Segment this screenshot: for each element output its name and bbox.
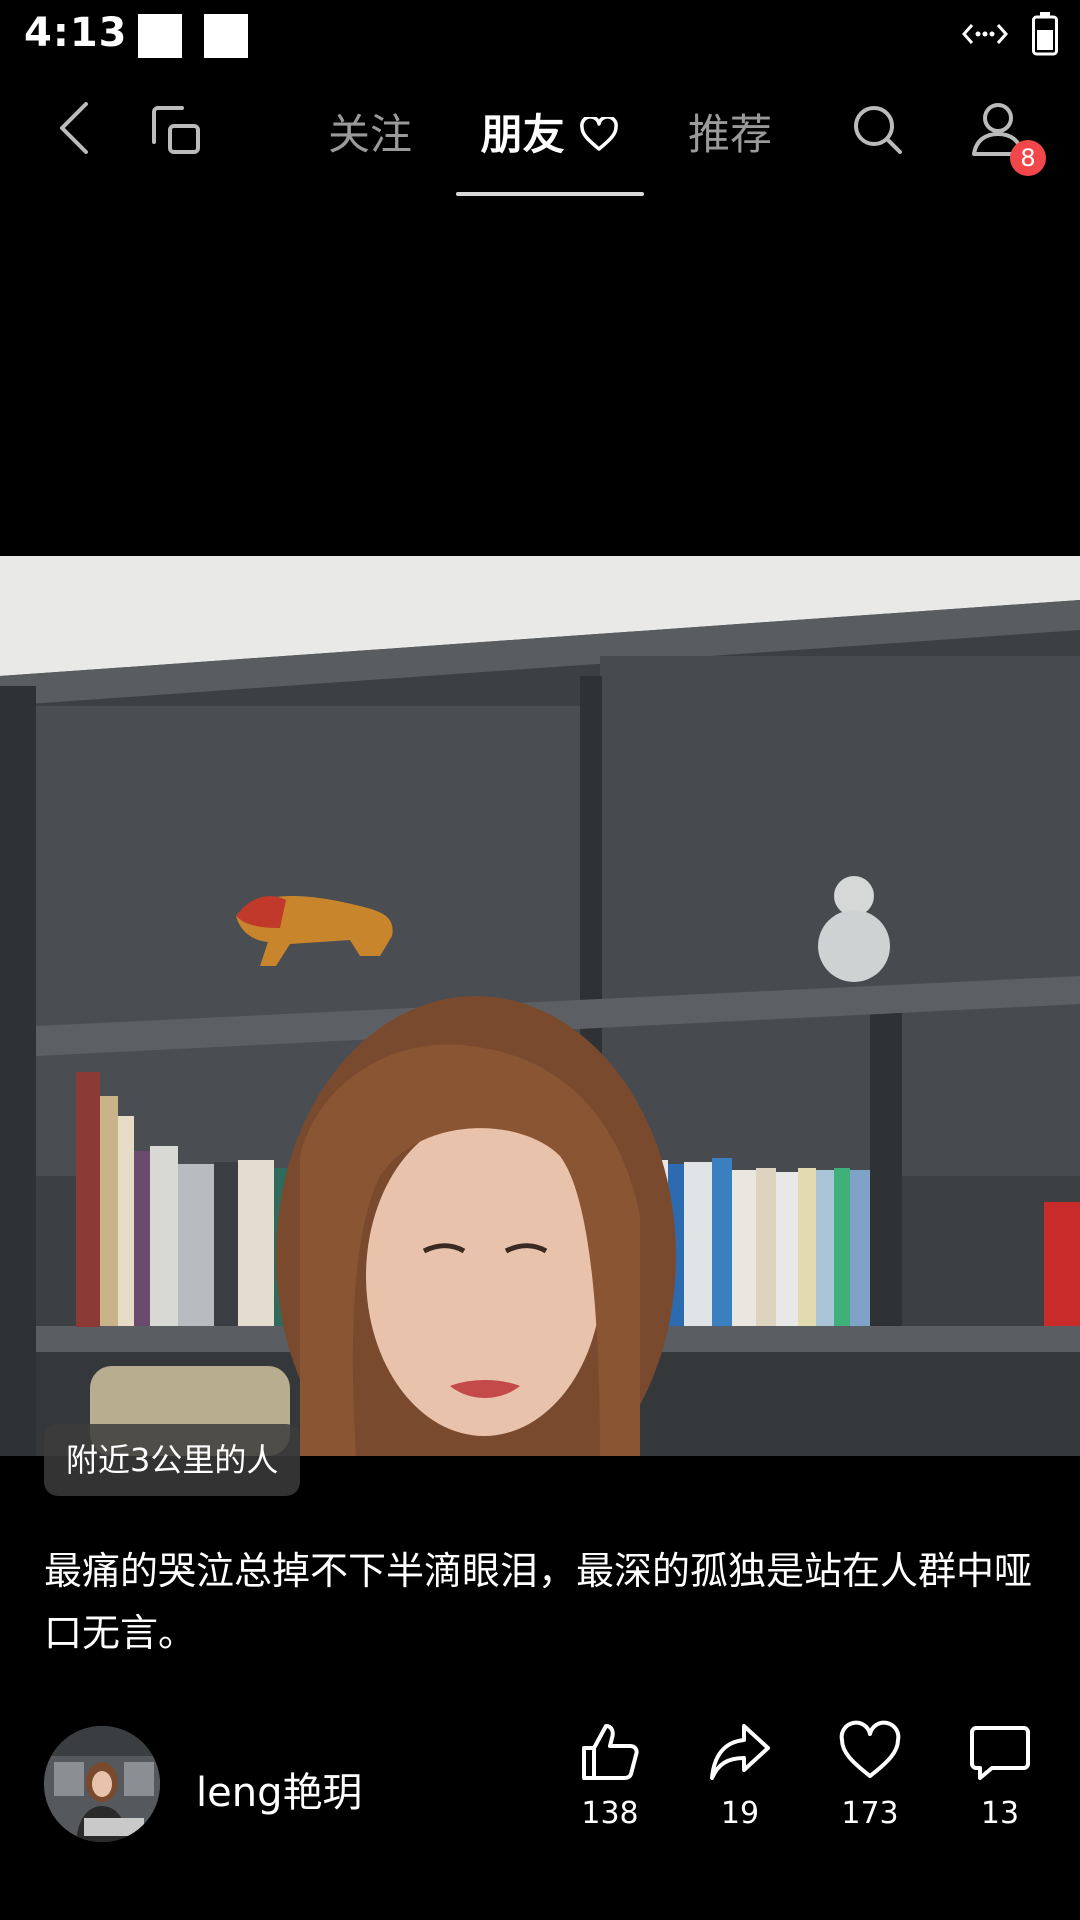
post-footer: leng艳玥 138 19 173 13 (0, 1720, 1080, 1850)
status-time: 4:13 (24, 10, 128, 56)
battery-icon (1032, 12, 1058, 56)
thumbs-up-icon (582, 1724, 639, 1780)
tab-friends[interactable]: 朋友 (450, 100, 650, 196)
share-icon (710, 1724, 770, 1780)
back-icon[interactable] (54, 100, 94, 156)
notification-square-icon (138, 14, 182, 58)
comment-icon (970, 1726, 1030, 1780)
video-frame (0, 556, 1080, 1456)
like-count: 138 (581, 1796, 639, 1831)
notification-badge: 8 (1010, 140, 1046, 176)
location-tag[interactable]: 附近3公里的人 (44, 1424, 301, 1496)
tab-recommended[interactable]: 推荐 (650, 100, 810, 170)
heart-outline-icon (580, 115, 619, 151)
notification-square-icon (204, 14, 248, 58)
search-icon[interactable] (850, 102, 906, 158)
feed-tabs: 关注 朋友 推荐 (290, 100, 810, 196)
favorite-button[interactable]: 173 (820, 1720, 920, 1831)
favorite-count: 173 (841, 1796, 899, 1831)
top-navigation: 关注 朋友 推荐 8 (0, 72, 1080, 196)
status-bar: 4:13 (0, 0, 1080, 72)
author-name[interactable]: leng艳玥 (196, 1760, 362, 1818)
like-button[interactable]: 138 (560, 1720, 660, 1831)
data-transfer-icon (962, 24, 1008, 44)
share-count: 19 (720, 1796, 760, 1831)
tab-following[interactable]: 关注 (290, 100, 450, 170)
comment-count: 13 (980, 1796, 1020, 1831)
switch-screen-icon[interactable] (148, 102, 204, 158)
share-button[interactable]: 19 (690, 1720, 790, 1831)
heart-icon (839, 1720, 901, 1778)
post-caption: 最痛的哭泣总掉不下半滴眼泪，最深的孤独是站在人群中哑口无言。 (44, 1549, 1033, 1655)
avatar[interactable] (44, 1726, 160, 1842)
comment-button[interactable]: 13 (950, 1720, 1050, 1831)
video-player[interactable] (0, 556, 1080, 1456)
